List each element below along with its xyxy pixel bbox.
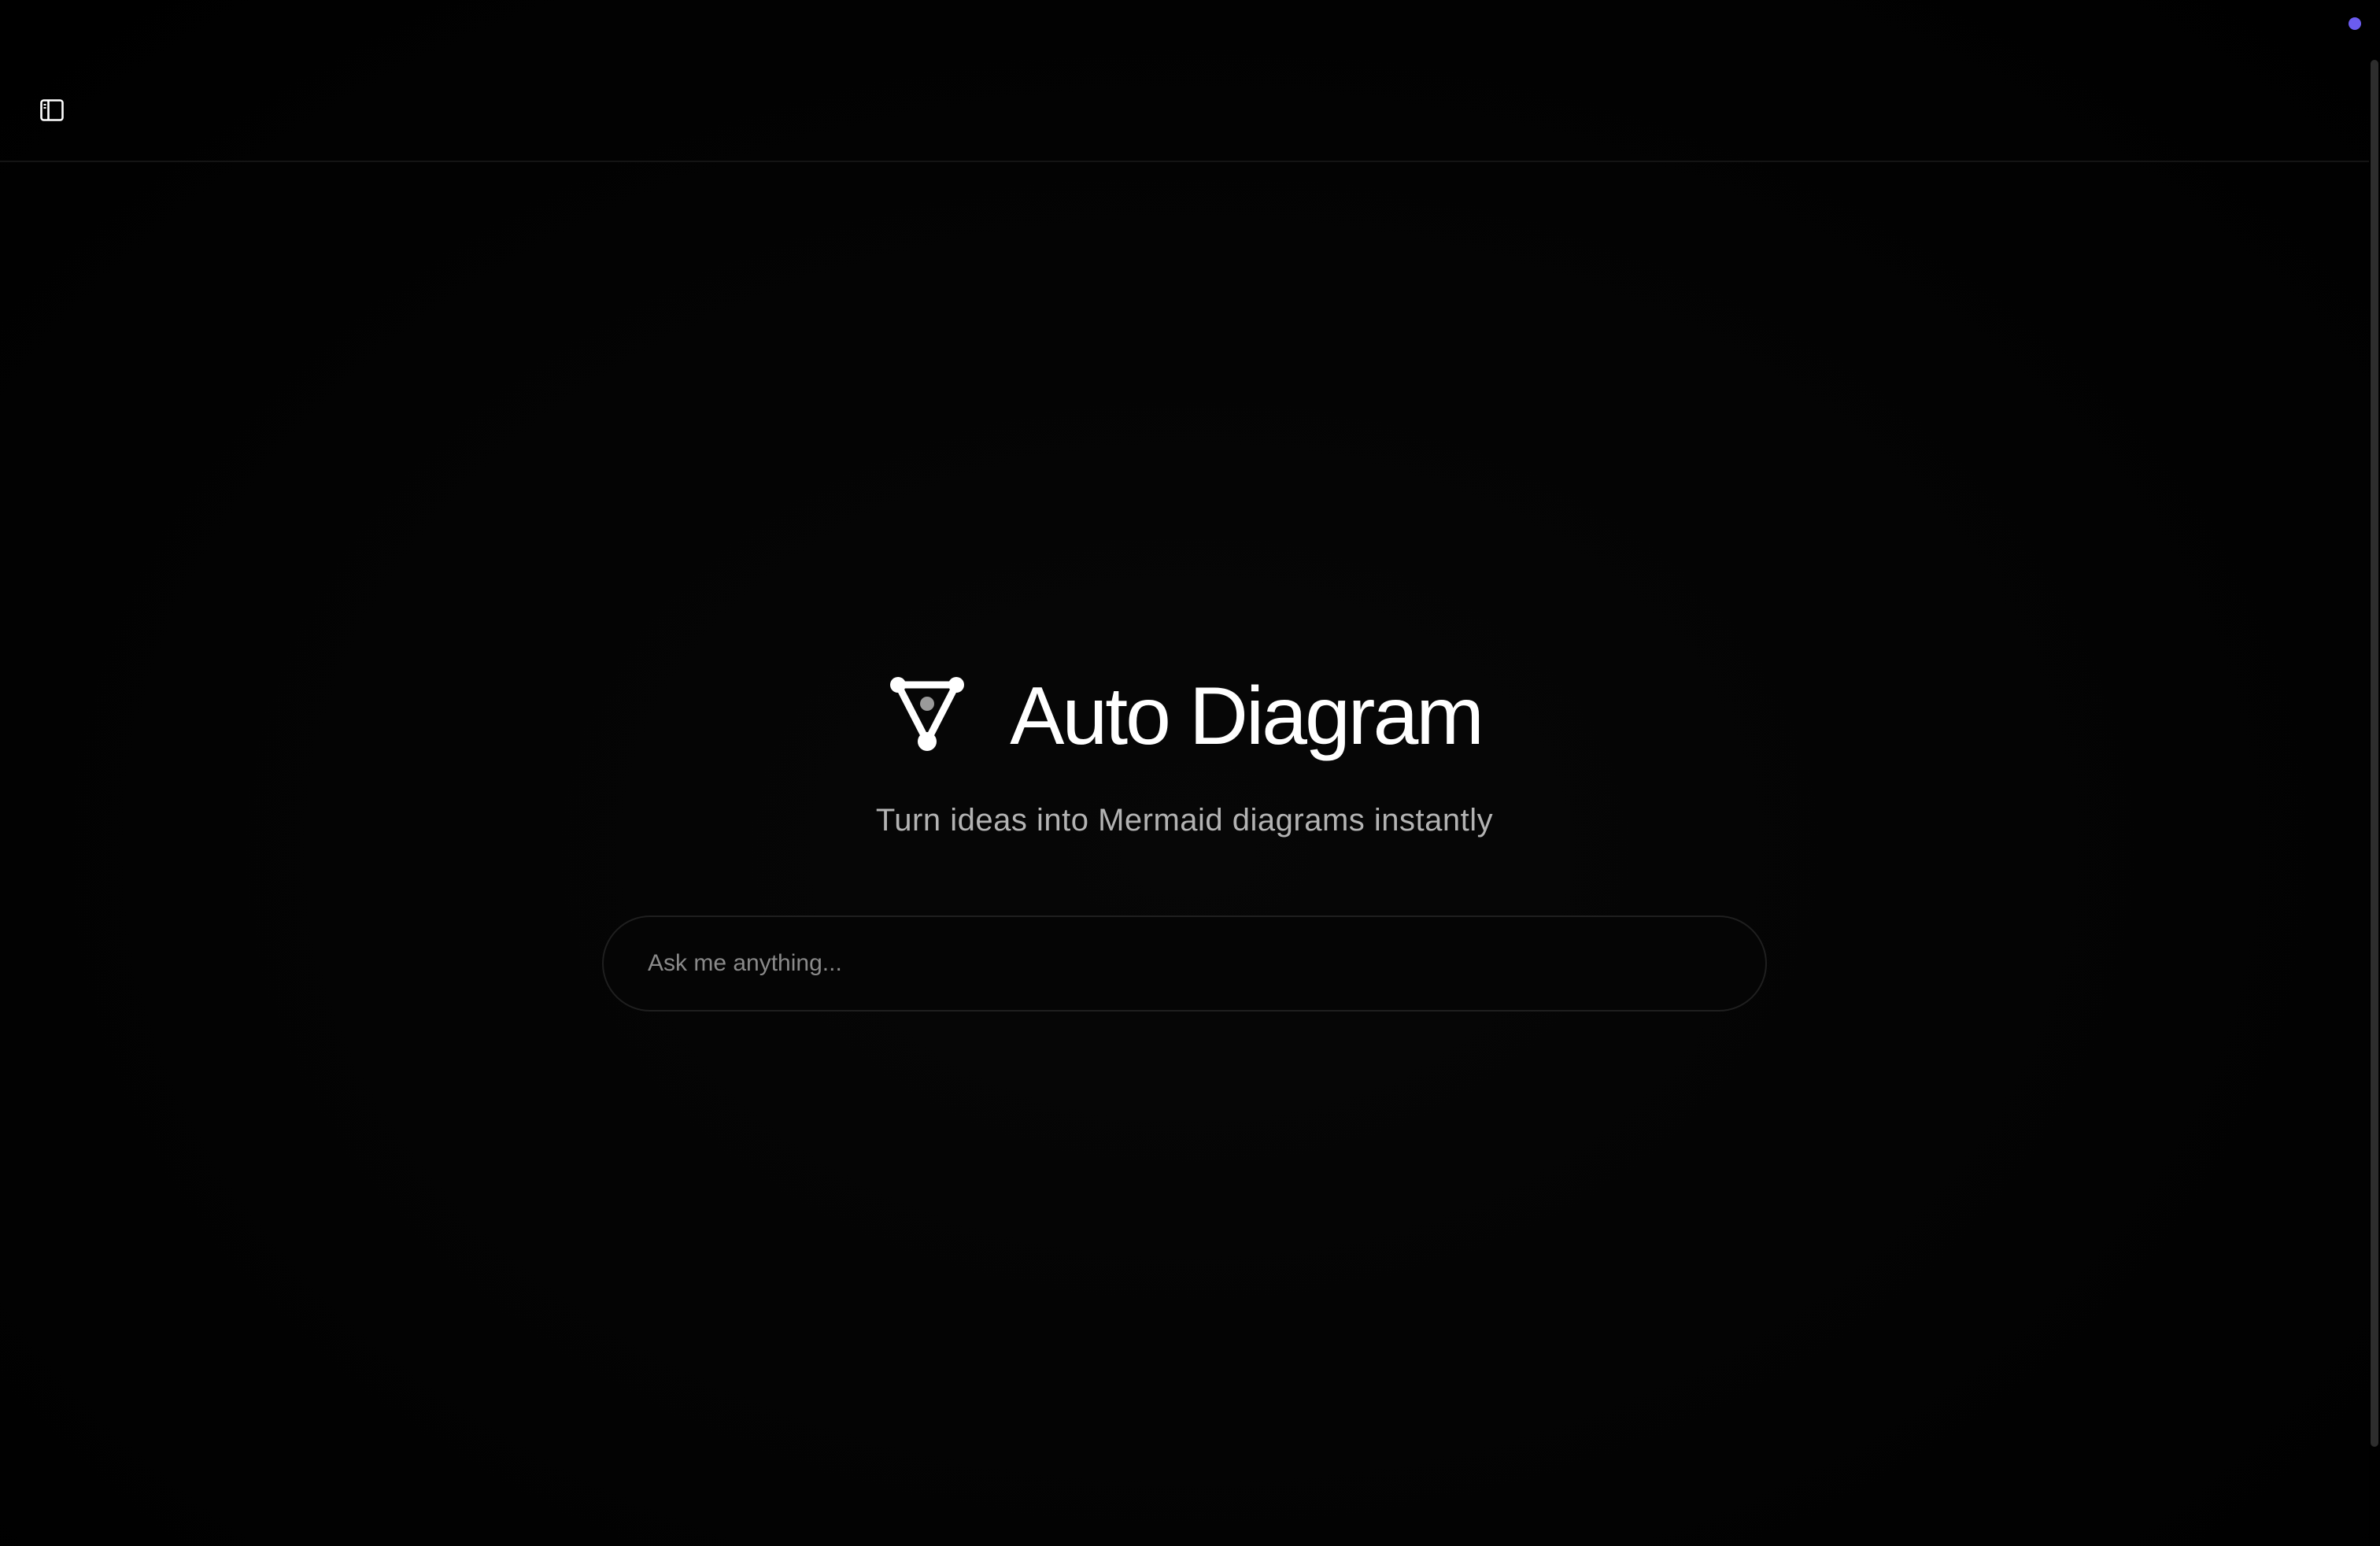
status-dot-indicator (2349, 17, 2361, 30)
app-title: Auto Diagram (1010, 671, 1484, 762)
triangle-nodes-logo-icon (887, 675, 969, 757)
scrollbar-thumb[interactable] (2371, 60, 2378, 1447)
search-input[interactable] (646, 939, 1723, 988)
sidebar-toggle-button[interactable] (31, 90, 72, 131)
hero-section: Auto Diagram Turn ideas into Mermaid dia… (0, 669, 2369, 1012)
brand: Auto Diagram (887, 669, 1484, 764)
tagline: Turn ideas into Mermaid diagrams instant… (875, 803, 1494, 838)
search-box[interactable] (602, 915, 1767, 1012)
sidebar-panel-icon (40, 99, 64, 121)
top-bar (0, 0, 2369, 162)
app-window: Auto Diagram Turn ideas into Mermaid dia… (0, 0, 2380, 1546)
